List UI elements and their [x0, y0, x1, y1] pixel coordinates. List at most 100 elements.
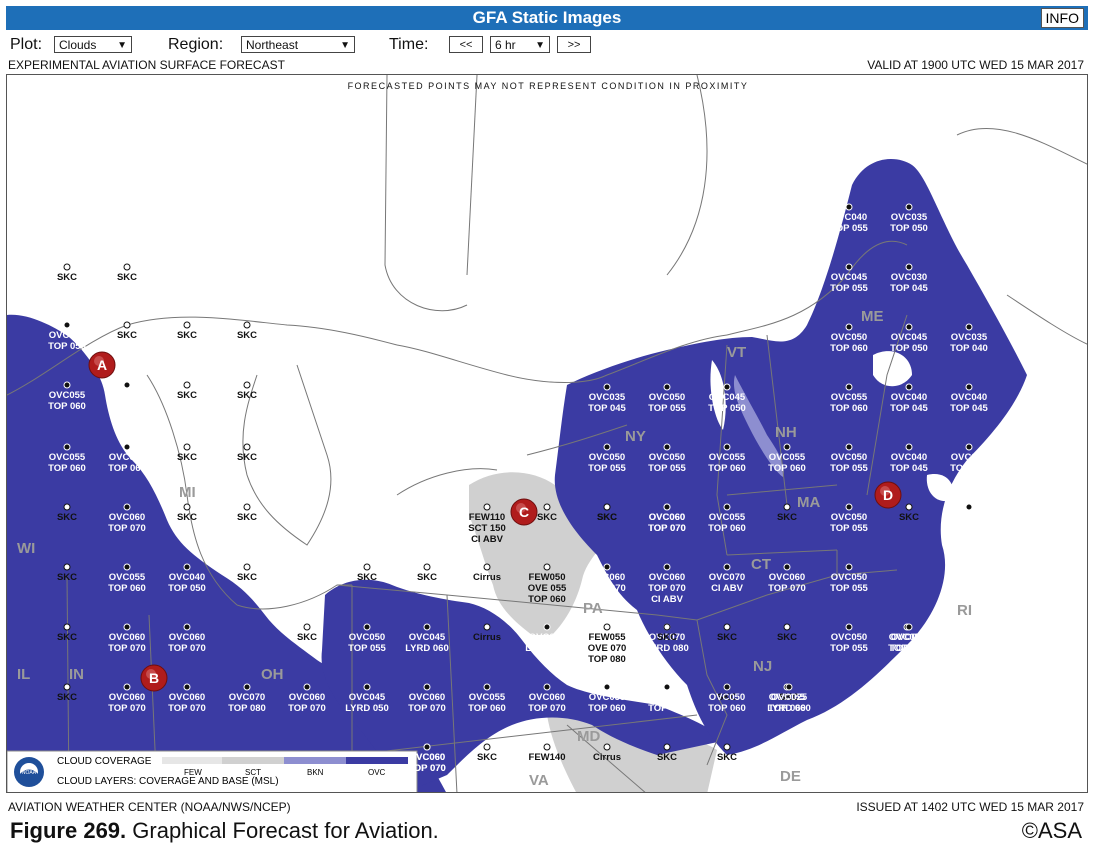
- state-label-pa: PA: [583, 600, 603, 617]
- station-label: OVE 055: [528, 583, 567, 594]
- station-marker-icon: [663, 563, 671, 571]
- station-label: OVC040: [951, 392, 987, 403]
- station-label: OVC060: [649, 572, 685, 583]
- station-marker-icon: [183, 563, 191, 571]
- station-label: LYRD 060: [767, 703, 810, 714]
- station-marker-icon: [123, 321, 131, 329]
- station-point: FEW055OVE 070TOP 080: [588, 623, 626, 665]
- station-point: SKC: [237, 503, 257, 523]
- station-label: TOP 060: [48, 401, 86, 412]
- station-marker-icon: [543, 683, 551, 691]
- station-label: OVC045: [349, 692, 386, 703]
- station-marker-icon: [63, 563, 71, 571]
- station-point: SKC: [57, 263, 77, 283]
- time-label: Time:: [389, 36, 429, 53]
- station-marker-icon: [663, 743, 671, 751]
- station-label: TOP 045: [950, 463, 988, 474]
- station-label: OVC055: [709, 512, 746, 523]
- station-label: TOP 055: [648, 703, 686, 714]
- station-marker-icon: [663, 383, 671, 391]
- station-label: OVC060: [109, 692, 145, 703]
- figure-title: Graphical Forecast for Aviation.: [126, 818, 439, 843]
- station-marker-icon: [663, 503, 671, 511]
- location-marker-c: C: [510, 498, 538, 526]
- state-label-mi: MI: [179, 484, 196, 501]
- plot-select[interactable]: Clouds ▼: [54, 36, 132, 53]
- plot-select-value: Clouds: [59, 38, 97, 52]
- figure-caption: Figure 269. Graphical Forecast for Aviat…: [10, 818, 439, 844]
- station-label: TOP 070: [288, 703, 326, 714]
- station-label: OVC055: [49, 452, 86, 463]
- station-label: TOP 045: [890, 403, 928, 414]
- station-label: TOP 060: [830, 403, 868, 414]
- station-point: SKC: [237, 443, 257, 463]
- legend-ovc-label: OVC: [368, 768, 386, 777]
- info-button[interactable]: INFO: [1040, 8, 1084, 28]
- state-label-me: ME: [861, 308, 884, 325]
- state-label-vt: VT: [727, 344, 746, 361]
- valid-time-label: VALID AT 1900 UTC WED 15 MAR 2017: [867, 58, 1084, 72]
- station-marker-icon: [965, 503, 973, 511]
- state-label-ny: NY: [625, 428, 646, 445]
- station-label: TOP 070: [648, 523, 686, 534]
- station-label: TOP 070: [890, 643, 928, 654]
- station-marker-icon: [243, 503, 251, 511]
- station-label: OVC050: [831, 512, 867, 523]
- station-marker-icon: [543, 503, 551, 511]
- station-label: OVC050: [649, 392, 685, 403]
- station-label: LYRD 060: [405, 643, 448, 654]
- station-label: SKC: [57, 572, 77, 583]
- legend-bkn-label: BKN: [307, 768, 324, 777]
- station-label: SKC: [777, 632, 797, 643]
- station-marker-icon: [783, 443, 791, 451]
- station-point: SKC: [177, 321, 197, 341]
- station-label: OVC045: [709, 392, 746, 403]
- time-select[interactable]: 6 hr ▼: [490, 36, 550, 53]
- station-marker-icon: [905, 383, 913, 391]
- station-marker-icon: [363, 623, 371, 631]
- station-label: TOP 060: [48, 463, 86, 474]
- station-marker-icon: [303, 623, 311, 631]
- location-marker-label: D: [883, 487, 893, 503]
- region-select[interactable]: Northeast ▼: [241, 36, 355, 53]
- station-label: OVC060: [409, 752, 445, 763]
- station-label: SKC: [417, 572, 437, 583]
- region-label: Region:: [168, 36, 224, 53]
- station-label: TOP 070: [528, 703, 566, 714]
- station-label: OVC055: [709, 452, 746, 463]
- time-prev-button[interactable]: <<: [449, 36, 483, 53]
- station-label: TOP 080: [228, 703, 266, 714]
- station-marker-icon: [243, 563, 251, 571]
- station-marker-icon: [723, 563, 731, 571]
- station-label: OVC050: [109, 452, 145, 463]
- station-label: OVC050: [349, 632, 385, 643]
- station-label: TOP 055: [830, 283, 868, 294]
- station-marker-icon: [845, 323, 853, 331]
- station-label: TOP 070: [768, 583, 806, 594]
- forecast-map: WI MI IL IN OH PA NY VT NH ME MA CT RI NJ MD DE VA SKC SK…: [6, 74, 1088, 793]
- time-next-button[interactable]: >>: [557, 36, 591, 53]
- station-label: SKC: [237, 452, 257, 463]
- station-label: Cirrus: [473, 632, 501, 643]
- station-label: OVC070: [229, 692, 265, 703]
- station-label: OVC070: [709, 572, 745, 583]
- station-marker-icon: [63, 443, 71, 451]
- station-label: OVC050: [589, 452, 625, 463]
- state-label-wi: WI: [17, 540, 35, 557]
- station-marker-icon: [603, 623, 611, 631]
- station-marker-icon: [723, 683, 731, 691]
- station-label: TOP 055: [48, 341, 86, 352]
- station-marker-icon: [183, 381, 191, 389]
- state-label-ct: CT: [751, 556, 771, 573]
- station-label: OVC060: [589, 572, 625, 583]
- station-marker-icon: [123, 683, 131, 691]
- station-label: TOP 060: [468, 703, 506, 714]
- station-label: TOP 045: [950, 523, 988, 534]
- station-marker-icon: [543, 563, 551, 571]
- station-label: TOP 055: [830, 223, 868, 234]
- station-marker-icon: [845, 563, 853, 571]
- station-label: TOP 070: [168, 703, 206, 714]
- station-marker-icon: [603, 443, 611, 451]
- station-label: SKC: [57, 632, 77, 643]
- station-marker-icon: [123, 503, 131, 511]
